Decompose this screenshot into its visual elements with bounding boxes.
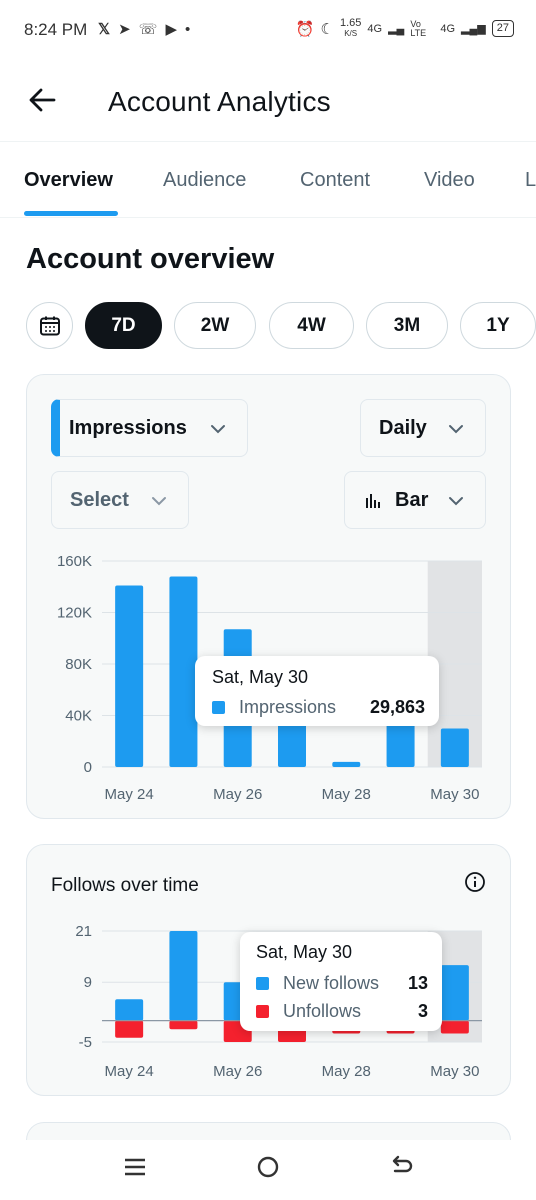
range-2w[interactable]: 2W [174,302,256,349]
tab-overview[interactable]: Overview [24,169,113,192]
x-tick-label: May 28 [322,1063,371,1080]
tab-bar: Overview Audience Content Video L [0,143,536,218]
y-tick-label: 0 [84,759,92,776]
notification-icons: 𝕏 ➤ ☏ ▶ • [98,20,191,39]
signal-icon-1: ▂▄ [388,23,405,35]
telegram-icon: ➤ [118,21,131,38]
back-arrow-icon[interactable] [26,84,58,116]
tooltip-series-label: Impressions [212,697,336,718]
x-tick-label: May 24 [105,786,154,803]
tooltip-row-new-follows: New follows [256,973,379,994]
legend-swatch [256,977,269,990]
tab-overflow[interactable]: L [525,169,536,192]
y-tick-label: 120K [57,605,92,622]
follows-tooltip: Sat, May 30 New follows 13 Unfollows 3 [240,932,442,1031]
impressions-tooltip: Sat, May 30 Impressions 29,863 [195,656,439,726]
moon-icon: ☾ [320,20,334,38]
tab-video[interactable]: Video [424,169,475,192]
legend-swatch [256,1005,269,1018]
range-chips: 7D 2W 4W 3M 1Y [26,302,536,350]
x-icon: 𝕏 [98,21,111,38]
tooltip-row-unfollows: Unfollows [256,1001,361,1022]
bar-new-follows [115,999,144,1021]
y-tick-label: 21 [75,923,92,940]
x-tick-label: May 28 [322,786,371,803]
calendar-button[interactable] [26,302,73,349]
bar-unfollows [440,1020,469,1034]
follows-card: Follows over time -5 9 21 May 24 May 26 May 2… [26,844,511,1096]
status-bar: 8:24 PM 𝕏 ➤ ☏ ▶ • ⏰ ☾ 1.65 K/S 4G ▂▄ Vo … [0,0,536,60]
signal-icon-2: ▂▄▆ [461,23,486,35]
y-tick-label: -5 [79,1034,92,1051]
system-icons: ⏰ ☾ 1.65 K/S 4G ▂▄ Vo LTE 4G ▂▄▆ 27 [296,18,514,39]
network-4g-1: 4G [367,22,383,35]
system-nav-bar [0,1140,536,1200]
whatsapp-icon: ☏ [138,21,158,38]
tooltip-title: Sat, May 30 [256,942,353,962]
battery-icon: 27 [491,20,514,37]
y-tick-label: 160K [57,553,92,570]
x-tick-label: May 24 [105,1063,154,1080]
impressions-bar-chart: 0 40K 80K 120K 160K May 24 May 26 May 28 May 30 [57,553,482,803]
y-tick-label: 9 [84,974,92,991]
app-header: Account Analytics [0,62,536,142]
back-nav-icon[interactable] [386,1152,416,1182]
range-7d[interactable]: 7D [85,302,162,349]
volte-label: Vo LTE [410,18,427,38]
network-4g-2: 4G [440,22,456,35]
home-icon[interactable] [253,1152,283,1182]
tooltip-value: 13 [407,973,428,993]
menu-icon[interactable] [120,1152,150,1182]
tab-audience[interactable]: Audience [163,169,246,192]
bar-unfollows [169,1020,198,1030]
bar-new-follows [169,931,198,1021]
tooltip-value: 3 [417,1001,428,1021]
x-tick-label: May 26 [213,1063,262,1080]
tab-content[interactable]: Content [300,169,370,192]
impressions-card: Impressions Daily Select Bar 0 40K 80K 120K… [26,374,511,819]
calendar-icon [39,316,60,335]
status-time: 8:24 PM [24,20,88,39]
range-1y[interactable]: 1Y [460,302,536,349]
tooltip-title: Sat, May 30 [212,667,309,687]
tooltip-value: 29,863 [369,697,425,717]
bar-unfollows [115,1020,144,1038]
bar-impressions [115,585,144,767]
x-tick-label: May 30 [430,1063,479,1080]
range-4w[interactable]: 4W [269,302,354,349]
bar-impressions [440,728,469,767]
legend-swatch [212,701,225,714]
bar-impressions [169,576,198,767]
speed-readout: 1.65 K/S [339,17,362,39]
youtube-icon: ▶ [165,21,177,38]
bar-new-follows [440,965,469,1021]
x-tick-label: May 30 [430,786,479,803]
section-title: Account overview [26,243,275,275]
y-tick-label: 40K [65,708,92,725]
dot-icon: • [184,20,191,38]
y-tick-label: 80K [65,656,92,673]
alarm-icon: ⏰ [295,20,315,38]
range-3m[interactable]: 3M [366,302,448,349]
tab-active-indicator [24,211,118,216]
page-title: Account Analytics [108,86,331,117]
bar-impressions [332,761,361,767]
x-tick-label: May 26 [213,786,262,803]
